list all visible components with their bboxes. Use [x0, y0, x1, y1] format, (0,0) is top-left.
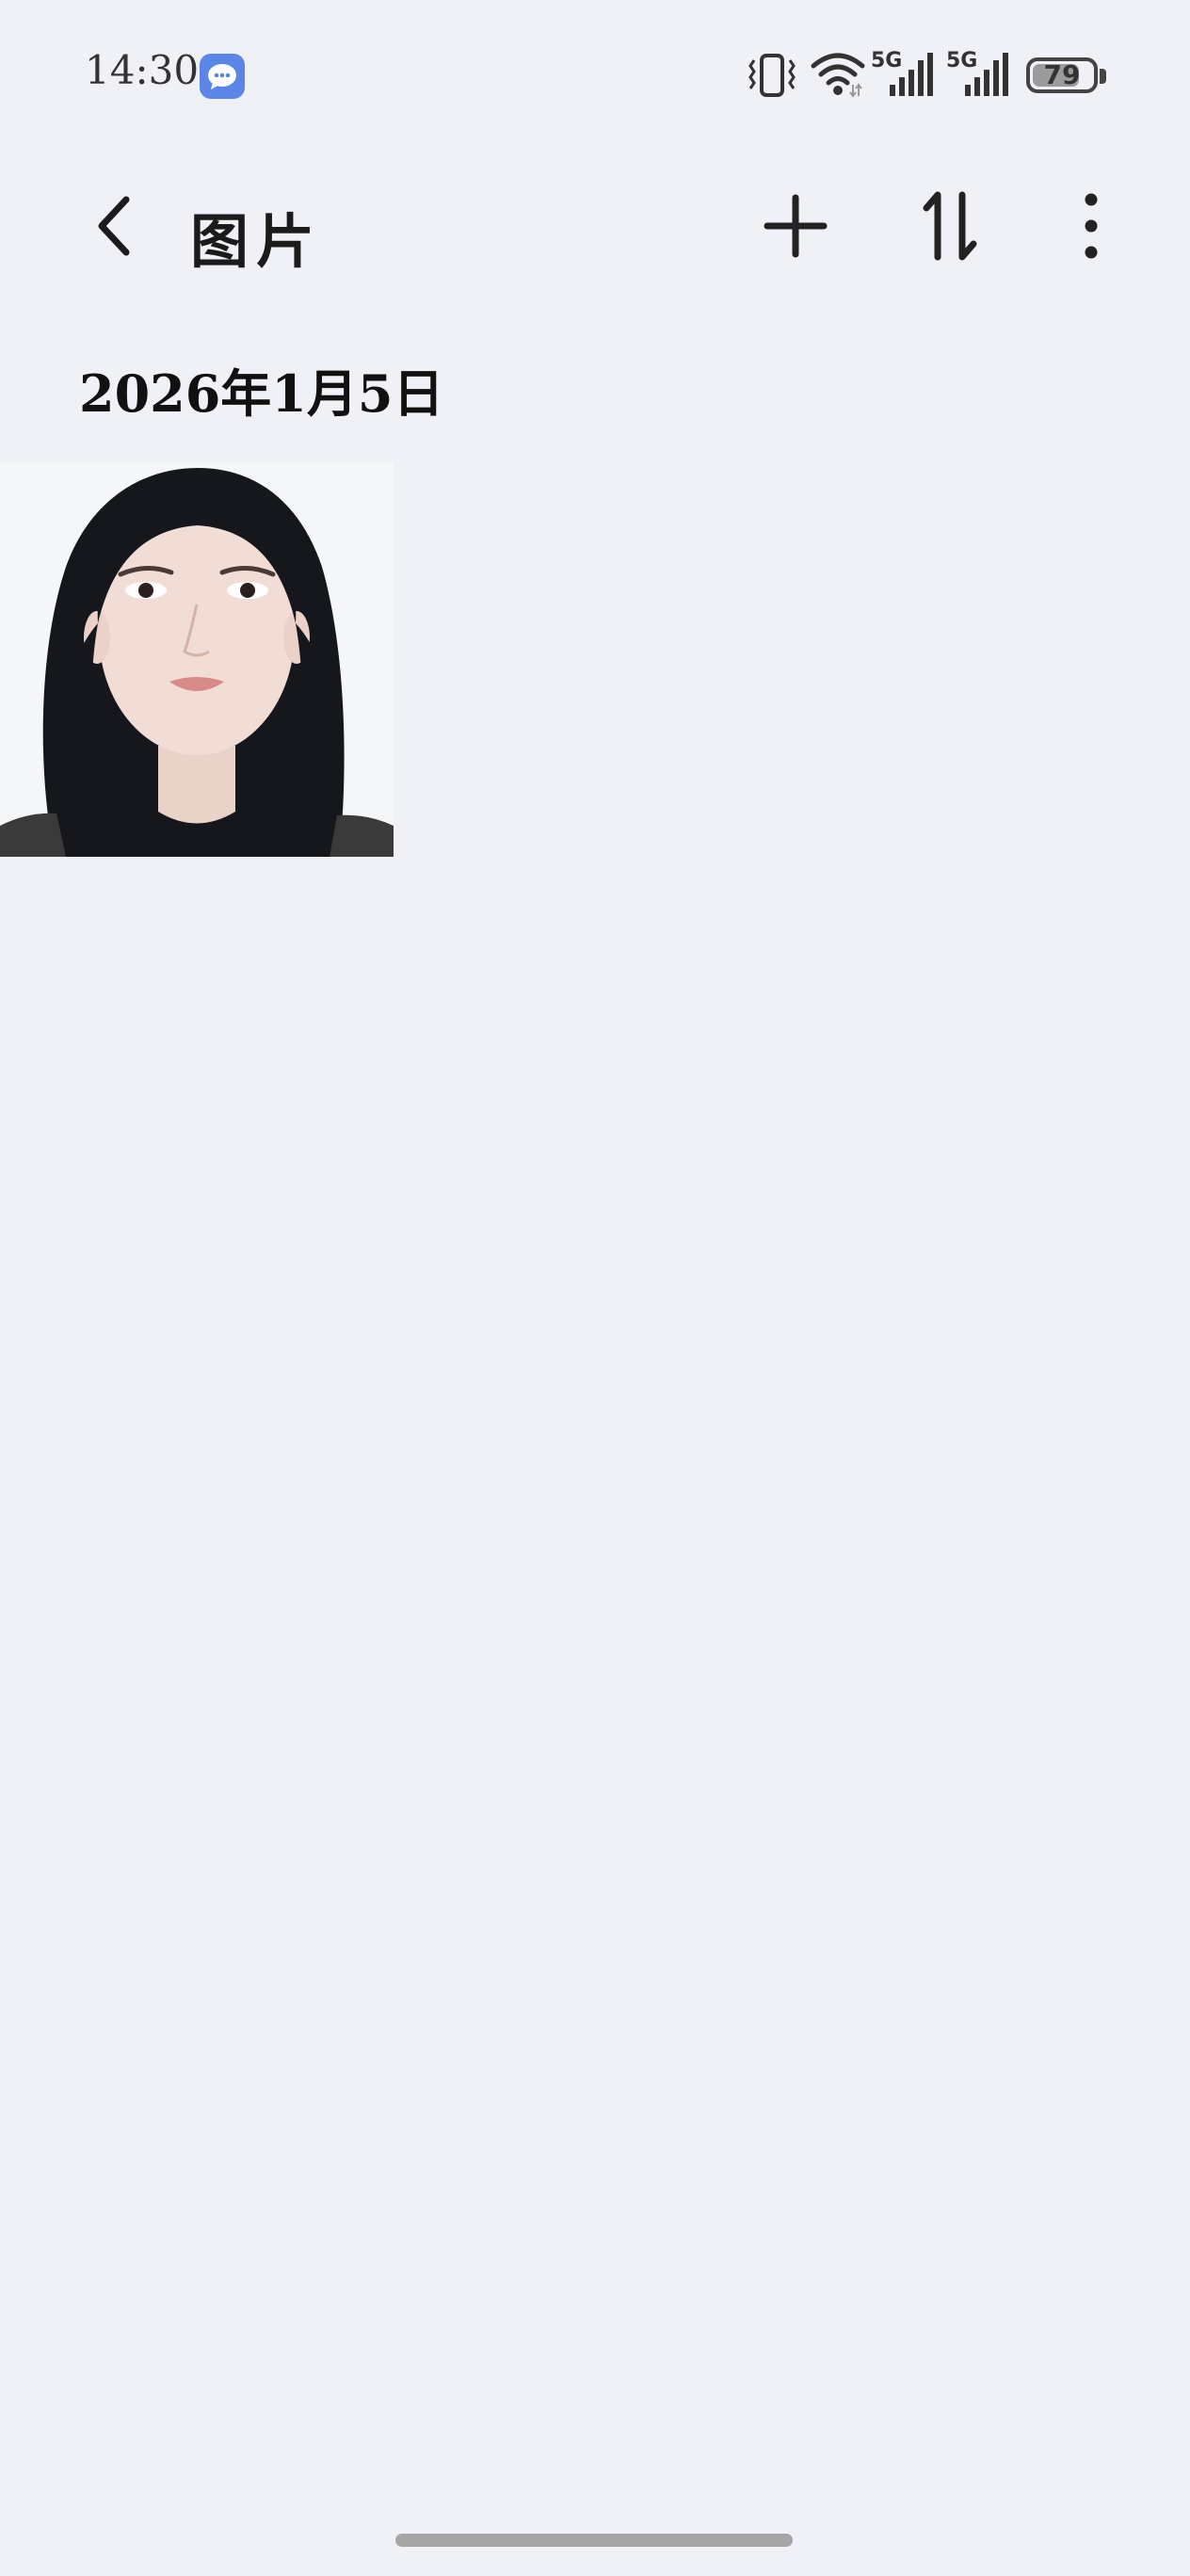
- battery-level: 79: [1043, 59, 1081, 90]
- more-vertical-icon: [1085, 193, 1098, 259]
- status-time: 14:30: [85, 47, 200, 93]
- home-indicator[interactable]: [395, 2534, 793, 2547]
- cellular-signal-icon-1: 5G: [871, 49, 939, 102]
- vibrate-icon: [748, 54, 796, 97]
- more-options-button[interactable]: [1049, 184, 1134, 268]
- status-bar: 14:30 5G 5G 79: [0, 0, 1190, 151]
- sort-button[interactable]: [909, 184, 994, 268]
- sort-icon: [923, 191, 977, 261]
- message-icon: [200, 54, 245, 99]
- plus-icon: [764, 194, 828, 258]
- battery-icon: 79: [1026, 57, 1098, 93]
- battery-tip: [1100, 69, 1106, 84]
- app-toolbar: 图片: [0, 160, 1190, 282]
- portrait-photo: [0, 463, 394, 857]
- photo-thumbnail[interactable]: [0, 463, 394, 857]
- date-header: 2026年1月5日: [79, 363, 444, 424]
- add-button[interactable]: [753, 184, 838, 268]
- back-button[interactable]: [85, 188, 151, 264]
- cellular-signal-icon-2: 5G: [946, 49, 1014, 102]
- chevron-left-icon: [98, 196, 130, 256]
- wifi-icon: [811, 53, 865, 98]
- page-title: 图片: [190, 207, 323, 276]
